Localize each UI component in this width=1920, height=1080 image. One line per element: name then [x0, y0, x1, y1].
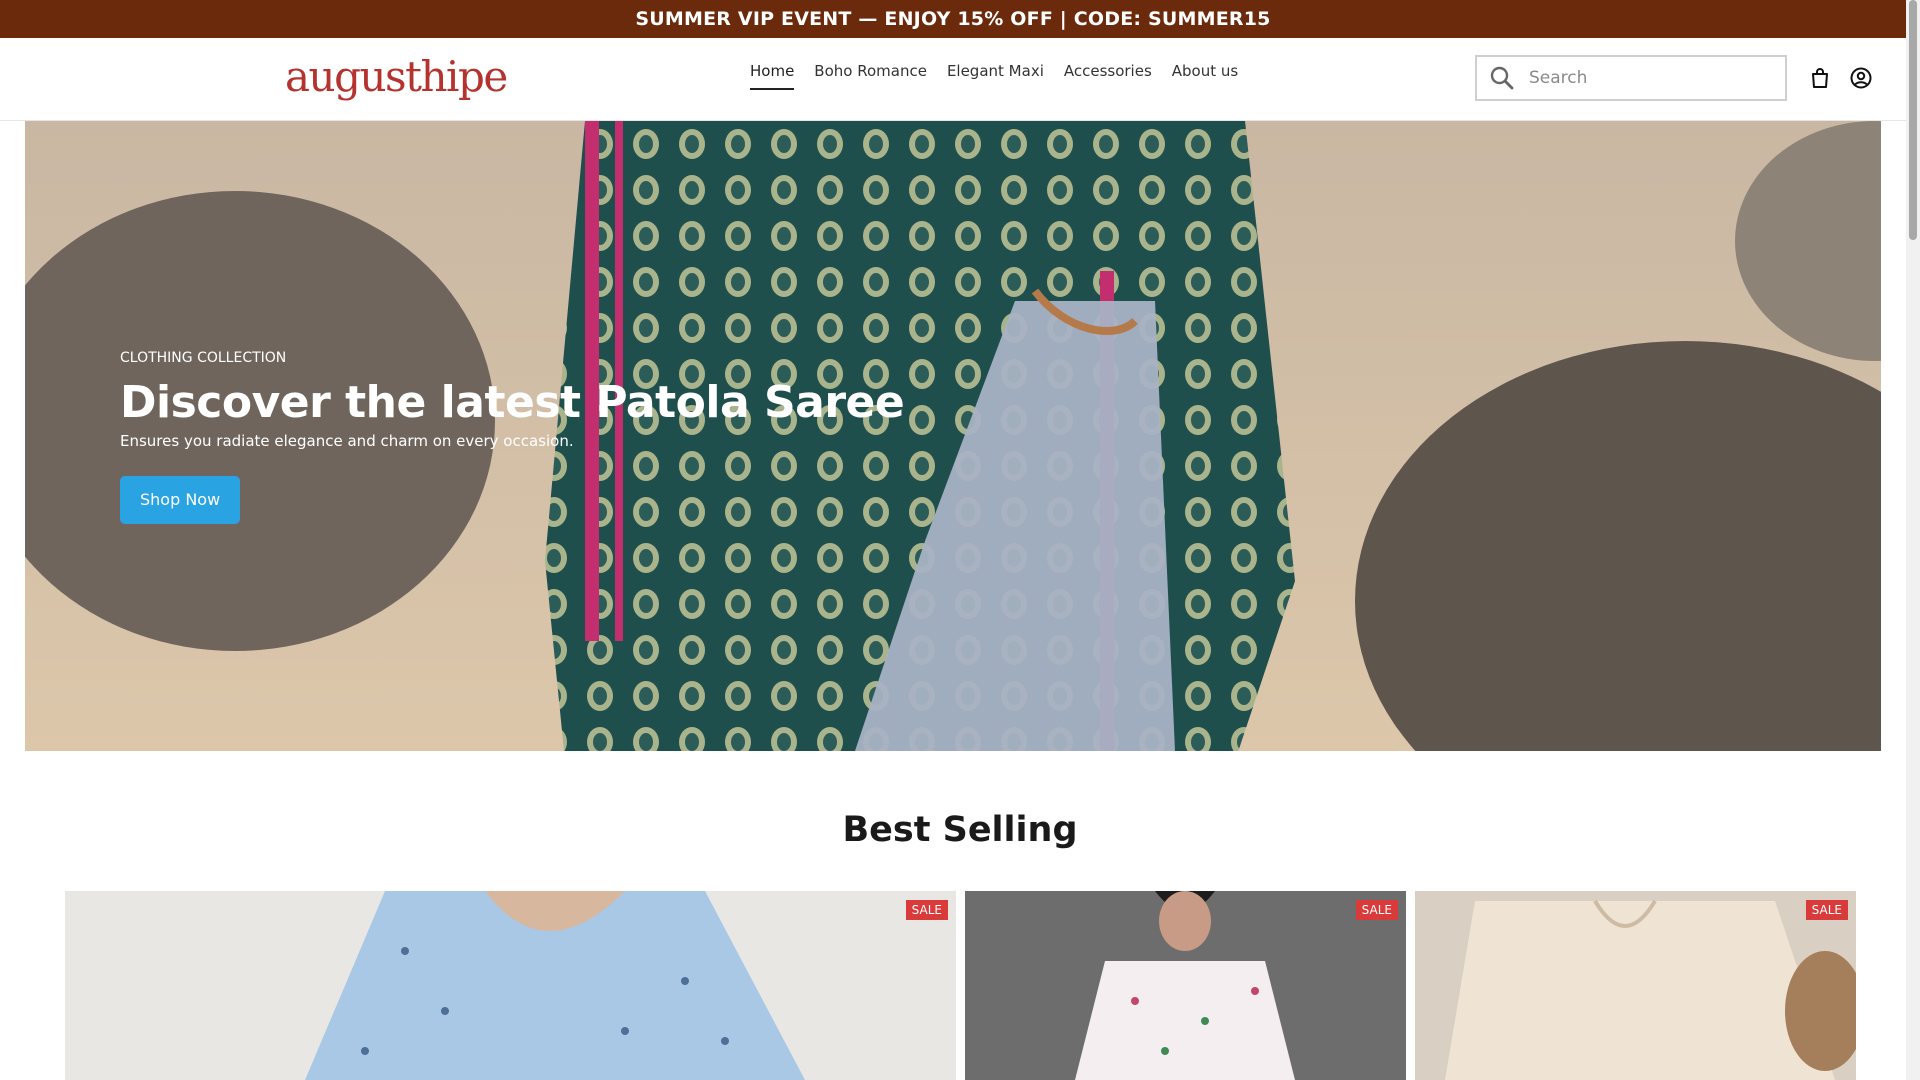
hero-eyebrow: CLOTHING COLLECTION [120, 350, 287, 366]
sale-badge: SALE [905, 900, 948, 920]
product-image [965, 891, 1406, 1080]
announcement-text: SUMMER VIP EVENT — ENJOY 15% OFF | CODE:… [635, 8, 1271, 30]
search-icon[interactable] [1489, 65, 1515, 91]
hero-headline: Discover the latest Patola Saree [120, 377, 905, 428]
nav-item-about-us[interactable]: About us [1172, 62, 1238, 90]
best-selling-title: Best Selling [842, 810, 1078, 850]
shop-now-button[interactable]: Shop Now [120, 476, 241, 524]
product-card[interactable]: SALE [65, 891, 956, 1080]
sale-badge: SALE [1805, 900, 1848, 920]
hero-text: CLOTHING COLLECTION Discover the latest … [120, 350, 905, 524]
nav-item-elegant-maxi[interactable]: Elegant Maxi [947, 62, 1044, 90]
scrollbar-thumb[interactable] [1909, 0, 1917, 240]
shopping-bag-icon[interactable] [1808, 66, 1832, 90]
main-nav: Home Boho Romance Elegant Maxi Accessori… [750, 62, 1238, 90]
hero-banner: CLOTHING COLLECTION Discover the latest … [25, 121, 1881, 751]
product-image [65, 891, 956, 1080]
nav-item-home[interactable]: Home [750, 62, 795, 90]
hero-subtext: Ensures you radiate elegance and charm o… [120, 432, 574, 450]
search-box[interactable] [1475, 55, 1787, 101]
site-header: augusthipe Home Boho Romance Elegant Max… [0, 38, 1906, 121]
search-input[interactable] [1527, 67, 1761, 89]
nav-item-boho-romance[interactable]: Boho Romance [814, 62, 927, 90]
account-icon[interactable] [1849, 66, 1873, 90]
announcement-bar: SUMMER VIP EVENT — ENJOY 15% OFF | CODE:… [0, 0, 1906, 38]
sale-badge: SALE [1355, 900, 1398, 920]
product-card[interactable]: SALE [1415, 891, 1856, 1080]
site-logo[interactable]: augusthipe [285, 52, 508, 102]
product-image [1415, 891, 1856, 1080]
nav-item-accessories[interactable]: Accessories [1064, 62, 1152, 90]
product-card[interactable]: SALE [965, 891, 1406, 1080]
page-scrollbar[interactable] [1906, 0, 1920, 1080]
